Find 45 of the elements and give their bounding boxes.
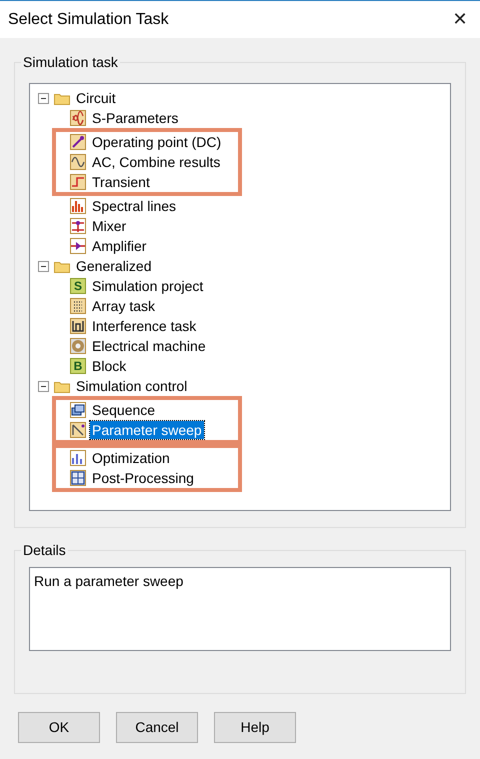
grid-icon	[70, 470, 86, 486]
tree-item[interactable]: Parameter sweep	[90, 421, 204, 439]
collapse-icon[interactable]	[38, 92, 49, 104]
gear-icon	[70, 338, 86, 354]
tree-item[interactable]: Post-Processing	[90, 469, 196, 487]
tree-item[interactable]: Operating point (DC)	[90, 133, 224, 151]
dialog-button[interactable]: OK	[18, 712, 100, 743]
folder-icon	[54, 260, 70, 272]
letter-icon: B	[70, 358, 86, 374]
tree-item[interactable]: Optimization	[90, 449, 172, 467]
bar-chart-icon	[70, 450, 86, 466]
tree-item[interactable]: Transient	[90, 173, 152, 191]
tree-item[interactable]: Interference task	[90, 317, 198, 335]
details-text: Run a parameter sweep	[29, 567, 451, 651]
folder-icon	[54, 380, 70, 392]
tree-item[interactable]: Mixer	[90, 217, 128, 235]
tree-item[interactable]: AC, Combine results	[90, 153, 222, 171]
close-button[interactable]: ✕	[440, 5, 480, 34]
tree-item[interactable]: S-Parameters	[90, 109, 180, 127]
letter-icon: S	[70, 278, 86, 294]
dialog-button[interactable]: Help	[214, 712, 296, 743]
tree-item[interactable]: Circuit	[74, 89, 118, 107]
probe-icon	[70, 134, 86, 150]
tree-item[interactable]: Block	[90, 357, 128, 375]
tree-item[interactable]: Simulation project	[90, 277, 206, 295]
step-icon	[70, 174, 86, 190]
sine-icon	[70, 154, 86, 170]
tree-item[interactable]: Array task	[90, 297, 158, 315]
tree-item[interactable]: Electrical machine	[90, 337, 208, 355]
tree-item[interactable]: Sequence	[90, 401, 158, 419]
amplifier-icon	[70, 238, 86, 254]
grid-icon	[70, 298, 86, 314]
tree-item[interactable]: Amplifier	[90, 237, 148, 255]
collapse-icon[interactable]	[38, 260, 49, 272]
bar-chart-icon	[70, 198, 86, 214]
wave-icon	[70, 110, 86, 126]
folder-icon	[54, 92, 70, 104]
stack-icon	[70, 402, 86, 418]
mixer-icon	[70, 218, 86, 234]
tree-item[interactable]: Spectral lines	[90, 197, 178, 215]
dialog-button[interactable]: Cancel	[116, 712, 198, 743]
window-title: Select Simulation Task	[8, 10, 169, 30]
tree-item[interactable]: Simulation control	[74, 377, 190, 395]
tree-item[interactable]: Generalized	[74, 257, 154, 275]
collapse-icon[interactable]	[38, 380, 49, 392]
